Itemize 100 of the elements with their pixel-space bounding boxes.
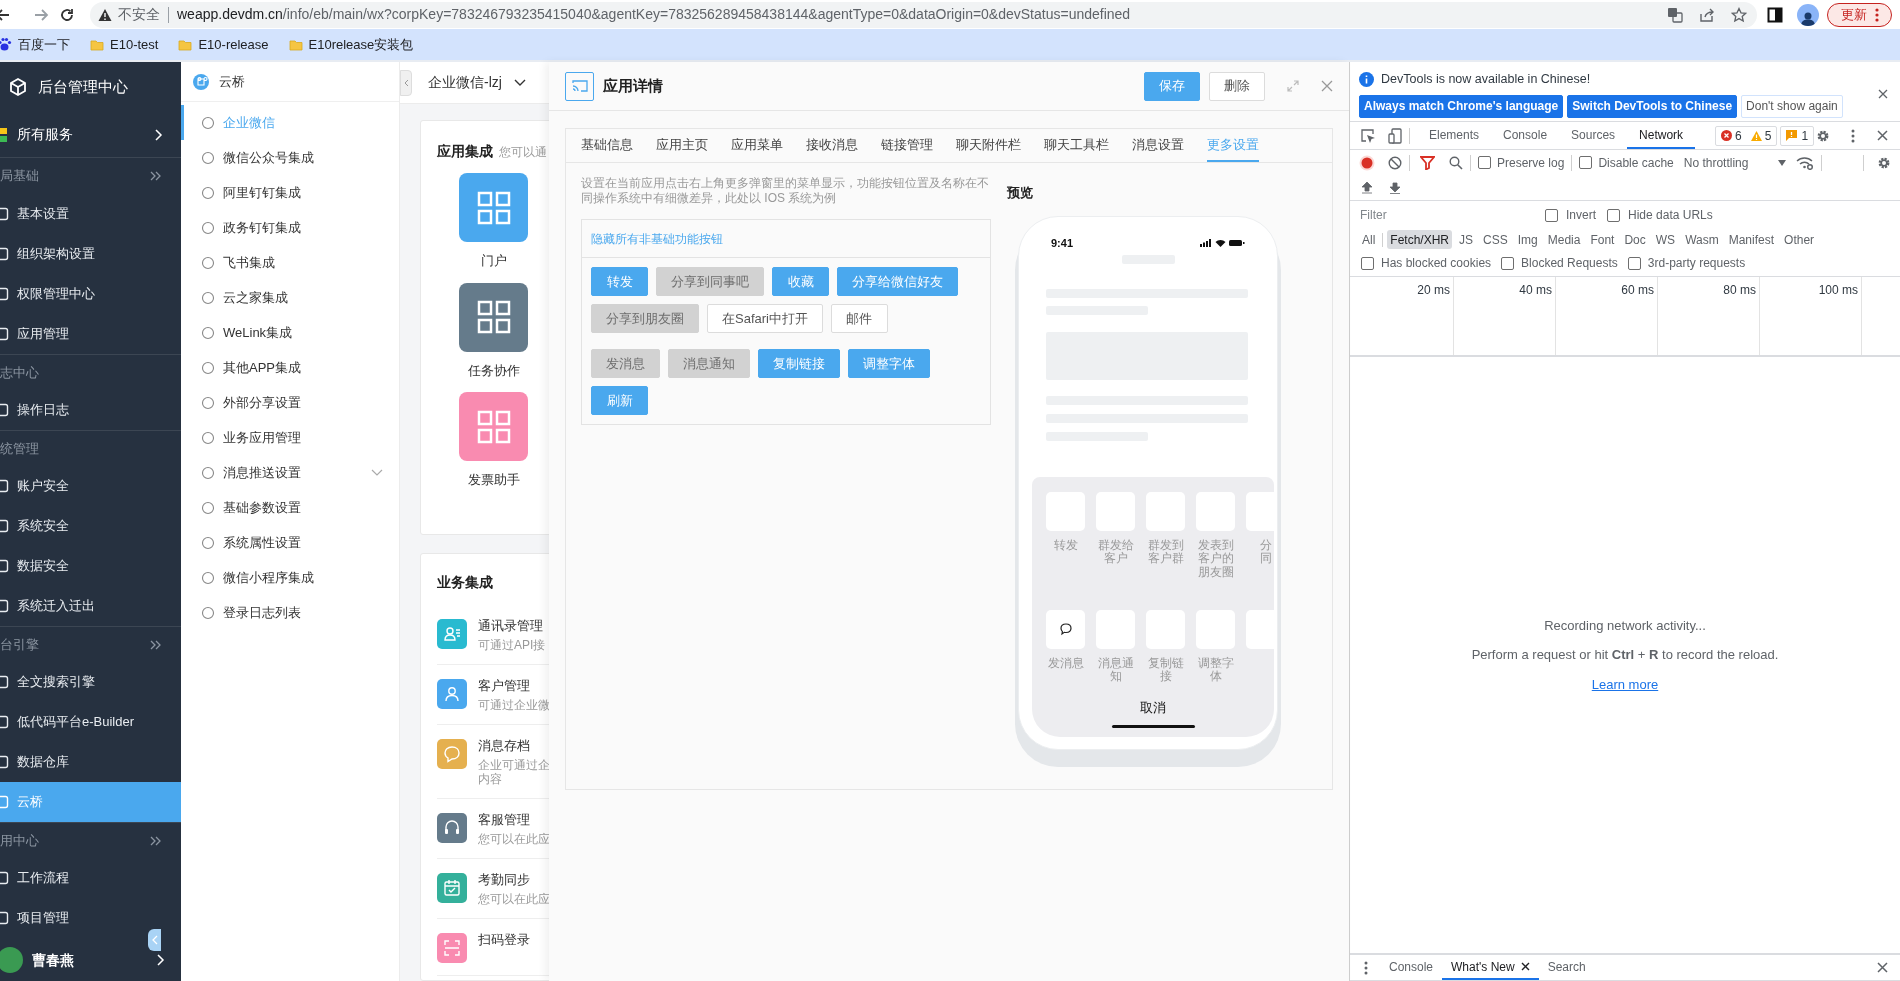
more-icon[interactable] [1364, 960, 1368, 975]
checkbox[interactable] [1545, 208, 1558, 222]
forward-arrow-icon[interactable] [34, 6, 50, 23]
checkbox[interactable] [1627, 256, 1641, 270]
checkbox-label[interactable]: Hide data URLs [1628, 206, 1713, 224]
tab[interactable]: 消息设置 [1132, 129, 1184, 162]
bookmark-link[interactable]: E10release安装包 [288, 34, 414, 55]
app-tile[interactable]: 任务协作 [459, 282, 528, 380]
record-icon[interactable] [1359, 154, 1375, 171]
sidebar-item[interactable]: 数据仓库 [0, 742, 181, 782]
search-icon[interactable] [1449, 155, 1463, 170]
type-filter-chip[interactable]: WS [1652, 230, 1679, 249]
sidebar-item[interactable]: 数据安全 [0, 546, 181, 586]
bookmark-link[interactable]: E10-test [90, 34, 159, 55]
menu-option-button[interactable]: 邮件 [830, 304, 888, 333]
item-title[interactable]: 考勤同步 [478, 871, 549, 889]
devtools-tab[interactable]: Elements [1417, 122, 1492, 149]
avatar[interactable] [1797, 3, 1819, 26]
close-icon[interactable] [1877, 130, 1888, 141]
devtools-tab[interactable]: Network [1627, 122, 1696, 149]
checkbox-label[interactable]: Disable cache [1598, 153, 1674, 172]
item-title[interactable]: 客户管理 [478, 677, 549, 695]
infobar-button[interactable]: Always match Chrome's language [1359, 94, 1564, 118]
tab[interactable]: 基础信息 [581, 129, 633, 162]
sidebar-item[interactable]: 应用管理 [0, 314, 181, 354]
address-bar[interactable]: 不安全 weapp.devdm.cn/info/eb/main/wx?corpKey=783246793235415040&agentKey=783256289458438144&agentType=0&dataOrigin=0&devStatus=undefined [90, 1, 1757, 28]
app-tile[interactable]: 发票助手 [459, 392, 528, 490]
bookmark-link[interactable]: 百度一下 [0, 34, 70, 55]
type-filter-chip[interactable]: Doc [1621, 230, 1649, 249]
checkbox-label[interactable]: Blocked Requests [1521, 254, 1618, 272]
sidebar-item[interactable]: 组织架构设置 [0, 234, 181, 274]
double-chevron-icon[interactable] [149, 638, 161, 651]
app-tile[interactable]: 门户 [459, 173, 528, 271]
translate-icon[interactable] [1667, 6, 1683, 23]
type-filter-chip[interactable]: CSS [1480, 230, 1511, 249]
device-icon[interactable] [1388, 127, 1402, 144]
sidebar-item[interactable]: 基本设置 [0, 194, 181, 234]
checkbox[interactable] [1478, 156, 1491, 169]
sidebar-item[interactable]: 全文搜索引擎 [0, 662, 181, 702]
item-title[interactable]: 客服管理 [478, 811, 549, 829]
clear-icon[interactable] [1388, 155, 1402, 170]
infobar-button[interactable]: Don't show again [1741, 94, 1843, 118]
share-icon[interactable] [1699, 6, 1715, 23]
menu-option-button[interactable]: 发消息 [591, 349, 660, 378]
nav-item[interactable]: WeLink集成 [181, 315, 399, 350]
sidebar-item[interactable]: 系统迁入迁出 [0, 586, 181, 626]
type-filter-chip[interactable]: Wasm [1682, 230, 1722, 249]
delete-button[interactable]: 删除 [1209, 71, 1265, 101]
nav-item[interactable]: 登录日志列表 [181, 595, 399, 630]
type-filter-chip[interactable]: Other [1781, 230, 1818, 249]
sidebar-item[interactable]: 低代码平台e-Builder [0, 702, 181, 742]
double-chevron-icon[interactable] [149, 834, 161, 847]
tab[interactable]: 链接管理 [881, 129, 933, 162]
checkbox[interactable] [1607, 208, 1620, 222]
more-icon[interactable] [1851, 128, 1855, 143]
filter-input[interactable]: Filter [1357, 205, 1527, 225]
nav-item[interactable]: 微信小程序集成 [181, 560, 399, 595]
upload-icon[interactable] [1361, 181, 1373, 194]
sidebar-item[interactable]: 系统安全 [0, 506, 181, 546]
close-icon[interactable] [1520, 962, 1530, 971]
learn-more-link[interactable]: Learn more [1591, 674, 1659, 695]
drawer-tab[interactable]: Search [1538, 955, 1595, 980]
network-conditions-icon[interactable] [1796, 155, 1815, 170]
download-icon[interactable] [1389, 181, 1401, 194]
type-filter-chip[interactable]: Manifest [1725, 230, 1778, 249]
menu-option-button[interactable]: 消息通知 [668, 349, 750, 378]
all-services-item[interactable]: 所有服务 [0, 112, 181, 158]
sidebar-item[interactable]: 账户安全 [0, 466, 181, 506]
infobar-button[interactable]: Switch DevTools to Chinese [1567, 94, 1738, 118]
inspect-icon[interactable] [1360, 127, 1376, 144]
drawer-tab[interactable]: Console [1380, 955, 1443, 980]
close-icon[interactable] [1877, 962, 1888, 973]
issues-button[interactable]: 1 [1780, 125, 1815, 146]
checkbox[interactable] [1501, 256, 1515, 270]
sidebar-item[interactable]: 工作流程 [0, 858, 181, 898]
tab[interactable]: 聊天工具栏 [1044, 129, 1109, 162]
nav-item[interactable]: 飞书集成 [181, 245, 399, 280]
type-filter-chip[interactable]: All [1359, 230, 1379, 249]
sidebar-item[interactable]: 权限管理中心 [0, 274, 181, 314]
update-button[interactable]: 更新 [1827, 2, 1892, 27]
type-filter-chip[interactable]: JS [1456, 230, 1477, 249]
menu-option-button[interactable]: 分享到同事吧 [656, 267, 764, 296]
nav-item[interactable]: 系统属性设置 [181, 525, 399, 560]
item-title[interactable]: 消息存档 [478, 737, 549, 755]
checkbox-label[interactable]: Invert [1566, 206, 1596, 224]
nav-item[interactable]: 微信公众号集成 [181, 140, 399, 175]
collapse-handle[interactable] [148, 929, 161, 951]
item-title[interactable]: 扫码登录 [478, 931, 530, 949]
tab[interactable]: 应用主页 [656, 129, 708, 162]
throttling-dropdown[interactable]: No throttling [1683, 153, 1787, 172]
nav-item[interactable]: 基础参数设置 [181, 490, 399, 525]
type-filter-chip[interactable]: Font [1587, 230, 1618, 249]
nav-item[interactable]: 消息推送设置 [181, 455, 399, 490]
devtools-tab[interactable]: Console [1491, 122, 1560, 149]
menu-option-button[interactable]: 分享到朋友圈 [591, 304, 699, 333]
chevron-right-icon[interactable] [155, 953, 165, 967]
sidebar-item[interactable]: 操作日志 [0, 390, 181, 430]
filter-icon[interactable] [1420, 155, 1435, 170]
bookmark-link[interactable]: E10-release [178, 34, 269, 55]
checkbox-label[interactable]: Preserve log [1497, 153, 1565, 172]
